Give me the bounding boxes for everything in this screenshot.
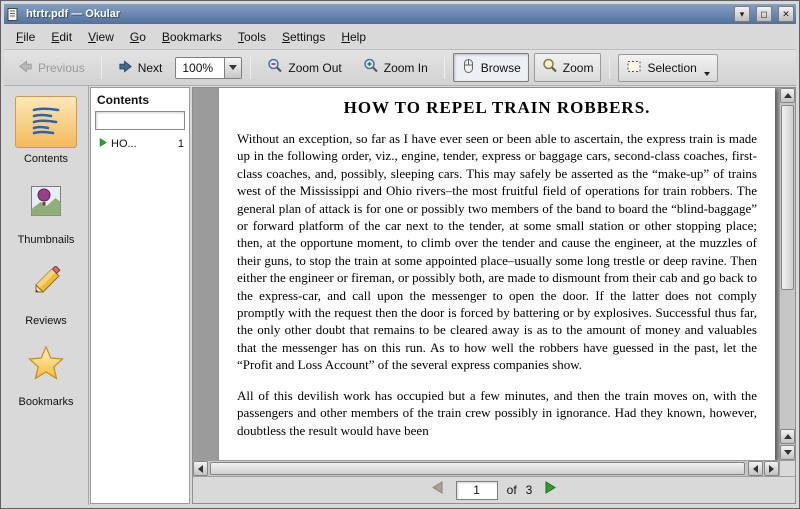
zoom-tool-button[interactable]: Zoom xyxy=(534,53,602,82)
zoom-in-button[interactable]: Zoom In xyxy=(355,53,436,82)
contents-tree-item-label: HO... xyxy=(111,138,174,150)
menu-settings[interactable]: Settings xyxy=(274,26,333,48)
minimize-icon: ▾ xyxy=(740,8,745,21)
scroll-left-button[interactable] xyxy=(193,461,208,476)
toolbar: Previous Next 100% Zoom Out Zoom In Brow… xyxy=(4,50,796,86)
sidebar-item-contents[interactable]: Contents xyxy=(7,92,85,173)
arrow-up-icon xyxy=(784,434,792,439)
previous-page-button[interactable] xyxy=(429,481,447,499)
minimize-button[interactable]: ▾ xyxy=(734,6,750,22)
maximize-icon: ◻ xyxy=(760,8,767,21)
toolbar-separator xyxy=(250,57,251,79)
total-pages-label: 3 xyxy=(526,483,533,497)
window-title: htrtr.pdf — Okular xyxy=(24,8,728,20)
document-paragraph: All of this devilish work has occupied b… xyxy=(237,387,757,439)
page-next-icon xyxy=(544,481,557,499)
arrow-down-icon xyxy=(784,450,792,455)
arrow-up-icon xyxy=(784,93,792,98)
magnifier-minus-icon xyxy=(267,58,283,77)
arrow-left-icon xyxy=(198,465,203,473)
menu-go[interactable]: Go xyxy=(122,26,154,48)
sidebar-item-label: Reviews xyxy=(25,315,67,327)
triangle-right-icon xyxy=(99,138,107,150)
current-page-input[interactable] xyxy=(456,481,498,500)
sidebar-item-bookmarks[interactable]: Bookmarks xyxy=(7,335,85,416)
toolbar-separator xyxy=(101,57,102,79)
scroll-down-button[interactable] xyxy=(780,445,795,460)
scroll-up-button[interactable] xyxy=(780,88,795,103)
titlebar[interactable]: htrtr.pdf — Okular ▾ ◻ ✕ xyxy=(4,4,796,24)
contents-panel: Contents HO... 1 xyxy=(90,87,190,504)
close-button[interactable]: ✕ xyxy=(778,6,794,22)
next-button[interactable]: Next xyxy=(110,54,171,82)
horizontal-scrollbar-thumb[interactable] xyxy=(210,462,745,475)
page-of-label: of xyxy=(507,483,517,497)
arrow-left-icon xyxy=(18,59,33,77)
okular-window: htrtr.pdf — Okular ▾ ◻ ✕ File Edit View … xyxy=(0,0,800,509)
zoom-level-dropdown-button[interactable] xyxy=(224,58,241,78)
document-paragraph: Without an exception, so far as I have e… xyxy=(237,130,757,374)
mouse-icon xyxy=(461,58,476,77)
maximize-button[interactable]: ◻ xyxy=(756,6,772,22)
zoom-level-combobox[interactable]: 100% xyxy=(175,57,242,79)
scroll-up-button-2[interactable] xyxy=(780,429,795,444)
toolbar-separator xyxy=(444,57,445,79)
contents-search-input[interactable] xyxy=(95,111,185,130)
reviews-pencil-icon xyxy=(30,266,62,303)
selection-rect-icon xyxy=(626,59,642,77)
scroll-left-button-2[interactable] xyxy=(748,461,763,476)
horizontal-scrollbar[interactable] xyxy=(193,460,779,476)
sidebar: Contents Thumbnails Reviews Bookmarks xyxy=(4,86,89,505)
menu-view[interactable]: View xyxy=(80,26,122,48)
vertical-scrollbar-thumb[interactable] xyxy=(781,105,794,290)
sidebar-item-label: Contents xyxy=(24,153,68,165)
sidebar-item-thumbnails[interactable]: Thumbnails xyxy=(7,173,85,254)
close-icon: ✕ xyxy=(782,8,790,21)
document-heading: HOW TO REPEL TRAIN ROBBERS. xyxy=(237,98,757,118)
browse-tool-button[interactable]: Browse xyxy=(453,53,529,82)
main-area: Contents Thumbnails Reviews Bookmarks xyxy=(4,86,796,505)
sidebar-item-label: Thumbnails xyxy=(18,234,75,246)
document-view[interactable]: HOW TO REPEL TRAIN ROBBERS. Without an e… xyxy=(193,88,795,476)
menu-help[interactable]: Help xyxy=(333,26,374,48)
vertical-scrollbar[interactable] xyxy=(779,88,795,460)
arrow-right-icon xyxy=(769,465,774,473)
document-page: HOW TO REPEL TRAIN ROBBERS. Without an e… xyxy=(219,88,775,476)
menu-file[interactable]: File xyxy=(8,26,43,48)
okular-app-icon[interactable] xyxy=(6,7,20,21)
page-prev-icon xyxy=(431,481,444,499)
chevron-down-icon xyxy=(229,65,237,70)
page-navigation-bar: of 3 xyxy=(193,476,795,503)
menu-tools[interactable]: Tools xyxy=(230,26,274,48)
previous-button[interactable]: Previous xyxy=(10,54,93,82)
scroll-right-button[interactable] xyxy=(764,461,779,476)
sidebar-item-label: Bookmarks xyxy=(18,396,73,408)
toolbar-separator xyxy=(609,57,610,79)
contents-tree-item-page: 1 xyxy=(178,138,184,150)
zoom-out-button[interactable]: Zoom Out xyxy=(259,53,349,82)
sidebar-item-reviews[interactable]: Reviews xyxy=(7,254,85,335)
contents-tree-item[interactable]: HO... 1 xyxy=(91,136,189,152)
next-page-button[interactable] xyxy=(541,481,559,499)
selection-tool-button[interactable]: Selection xyxy=(618,54,717,82)
thumbnails-image-icon xyxy=(30,185,62,222)
magnifier-plus-icon xyxy=(363,58,379,77)
scrollbar-corner xyxy=(779,460,795,476)
document-column: HOW TO REPEL TRAIN ROBBERS. Without an e… xyxy=(192,87,796,504)
menu-edit[interactable]: Edit xyxy=(43,26,80,48)
bookmarks-star-icon xyxy=(28,346,64,385)
zoom-level-value: 100% xyxy=(176,58,224,78)
menu-bookmarks[interactable]: Bookmarks xyxy=(154,26,230,48)
arrow-left-icon xyxy=(753,465,758,473)
arrow-right-icon xyxy=(118,59,133,77)
magnifier-icon xyxy=(542,58,558,77)
contents-list-icon xyxy=(28,102,64,143)
chevron-down-icon xyxy=(704,72,710,76)
contents-panel-title: Contents xyxy=(91,88,189,111)
menubar: File Edit View Go Bookmarks Tools Settin… xyxy=(4,24,796,50)
